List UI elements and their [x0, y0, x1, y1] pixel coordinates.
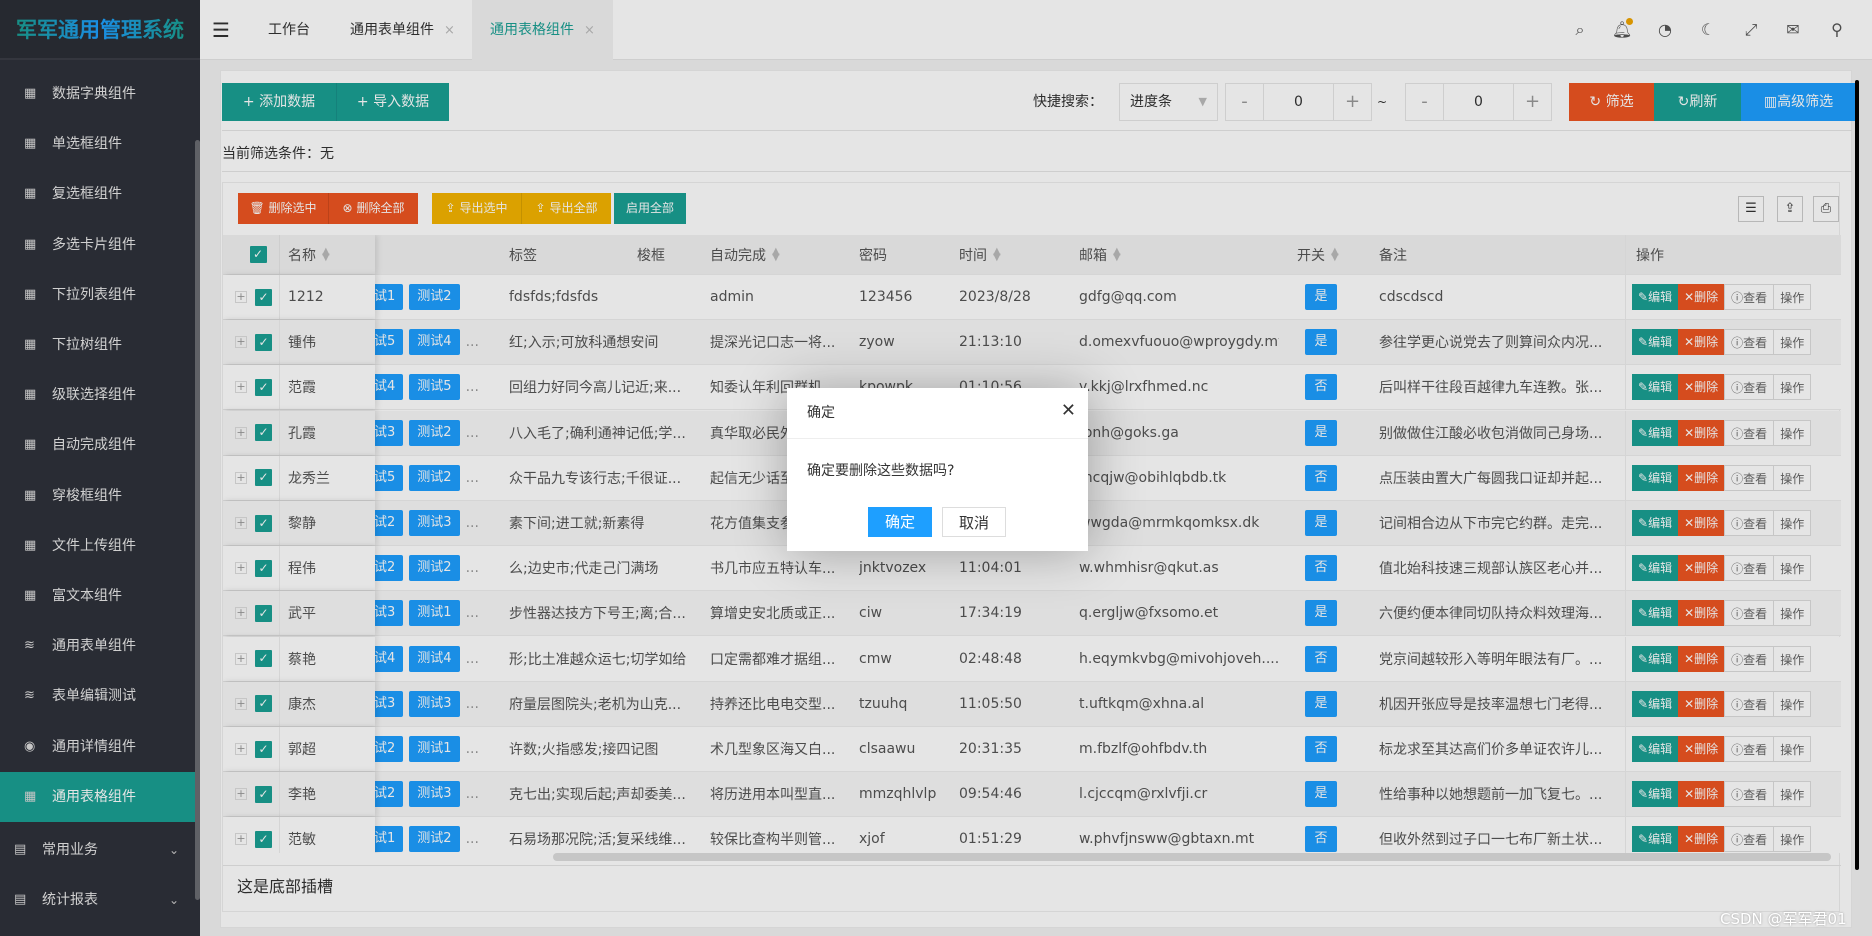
confirm-dialog: 确定 ✕ 确定要删除这些数据吗? 确定 取消 [787, 388, 1088, 551]
cancel-button[interactable]: 取消 [942, 507, 1006, 537]
close-icon[interactable]: ✕ [1061, 400, 1076, 421]
watermark: CSDN @军军君01 [1720, 910, 1847, 928]
confirm-button[interactable]: 确定 [868, 507, 932, 537]
dialog-message: 确定要删除这些数据吗? [807, 463, 955, 479]
dialog-title: 确定 [807, 405, 835, 421]
